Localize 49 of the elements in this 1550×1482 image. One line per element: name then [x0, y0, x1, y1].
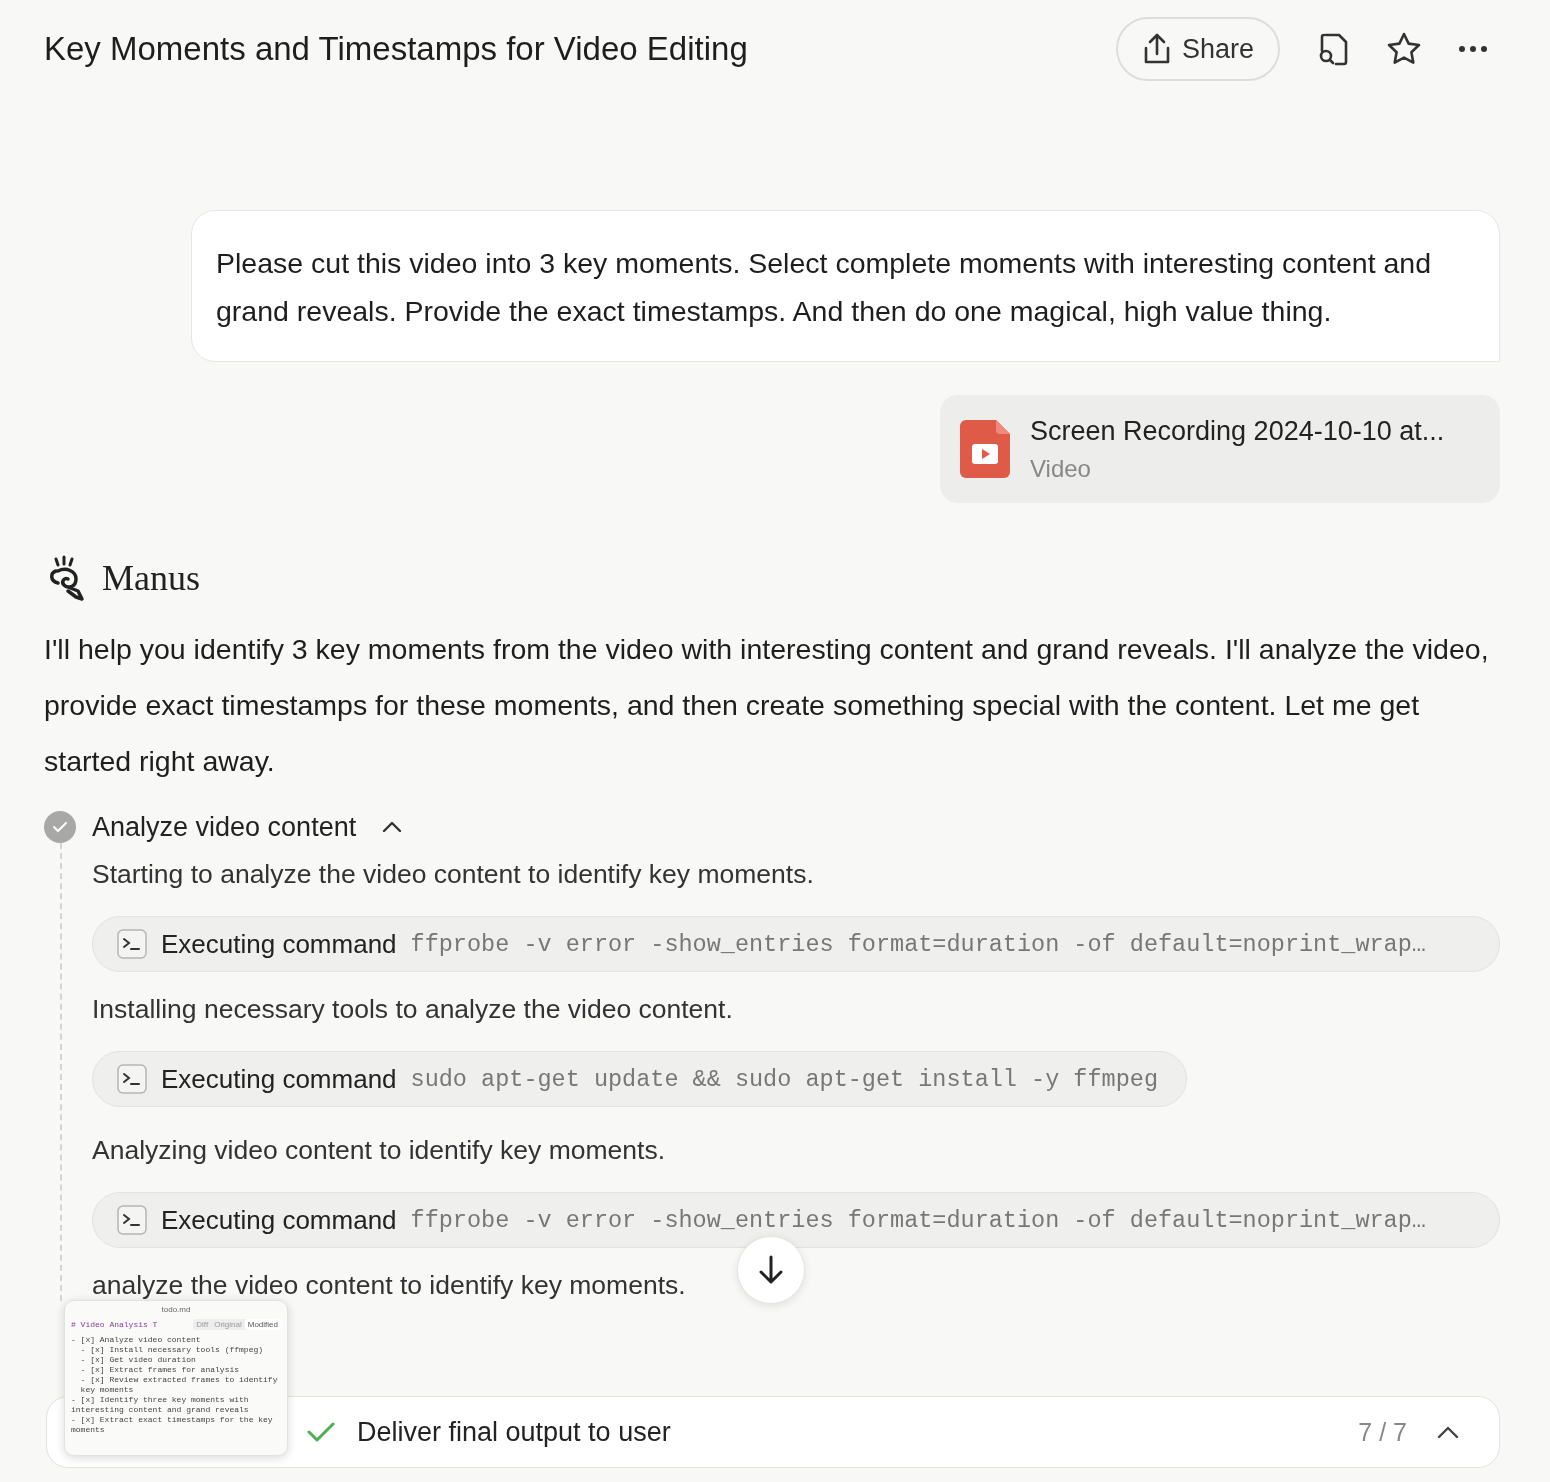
preview-heading: # Video Analysis T [71, 1320, 158, 1329]
preview-line: - [x] Get video duration [79, 1355, 197, 1365]
step-text: analyze the video content to identify key moments. [92, 1270, 687, 1301]
preview-line: - [x] Analyze video content [71, 1335, 202, 1345]
preview-line: - [x] Extract frames for analysis [79, 1365, 241, 1375]
agent-name: Manus [102, 557, 200, 599]
command-pill[interactable]: Executing command sudo apt-get update && sudo apt-get install -y ffmpeg [92, 1051, 1187, 1107]
command-pill[interactable]: Executing command ffprobe -v error -show_entries format=duration -of default=noprint_wrap… [92, 1192, 1500, 1248]
page-title: Key Moments and Timestamps for Video Editing [44, 30, 748, 68]
caret-icon[interactable] [382, 821, 403, 833]
terminal-icon [117, 929, 147, 959]
assistant-message: I'll help you identify 3 key moments from the video with interesting content and grand reveals. I'll analyze the video, provide exact timestamps for these moments, and then create something special with the content. Let me get started right away. [44, 632, 1490, 779]
file-preview-card[interactable] [64, 1300, 288, 1456]
preview-line: key moments [79, 1385, 135, 1395]
preview-line: interesting content and grand reveals [71, 1405, 250, 1415]
attachment-card[interactable]: Screen Recording 2024-10-10 at... Video [940, 395, 1500, 503]
step-count: 7 / 7 [1358, 1417, 1407, 1447]
more-icon[interactable] [1458, 45, 1488, 53]
video-file-icon [960, 420, 1010, 478]
preview-line: moments [71, 1425, 106, 1435]
hand-logo-icon [48, 555, 86, 601]
preview-line: - [x] Install necessary tools (ffmpeg) [79, 1345, 265, 1355]
terminal-icon [117, 1205, 147, 1235]
preview-filename: todo.md [160, 1305, 192, 1314]
user-message: Please cut this video into 3 key moments. Select complete moments with interesting content and grand reveals. Provide the exact timestamps. And then do one magical, high value thing. [191, 210, 1500, 362]
preview-line: - [x] Extract exact timestamps for the key [71, 1415, 274, 1425]
star-icon[interactable] [1386, 31, 1422, 67]
arrow-down-icon [757, 1255, 785, 1285]
command-pill[interactable]: Executing command ffprobe -v error -show_entries format=duration -of default=noprint_wrap… [92, 916, 1500, 972]
preview-line: - [x] Identify three key moments with [71, 1395, 250, 1405]
preview-line: - [x] Review extracted frames to identify [79, 1375, 279, 1385]
preview-tab[interactable]: Modified [244, 1319, 281, 1330]
command-text: ffprobe -v error -show_entries format=duration -of default=noprint_wrap… [410, 1206, 1426, 1234]
share-button[interactable]: Share [1115, 17, 1280, 81]
step-text: Starting to analyze the video content to identify key moments. [92, 859, 815, 890]
command-label: Executing command [161, 928, 397, 960]
command-label: Executing command [161, 1063, 397, 1095]
terminal-icon [117, 1064, 147, 1094]
command-text: sudo apt-get update && sudo apt-get install -y ffmpeg [410, 1065, 1158, 1093]
command-label: Executing command [161, 1204, 397, 1236]
current-step: Deliver final output to user [357, 1416, 1337, 1448]
step-text: Analyzing video content to identify key moments. [92, 1135, 666, 1166]
attachment-type: Video [1030, 454, 1092, 483]
caret-icon[interactable] [1437, 1425, 1459, 1439]
attachment-name: Screen Recording 2024-10-10 at... [1030, 415, 1445, 447]
command-text: ffprobe -v error -show_entries format=duration -of default=noprint_wrap… [410, 930, 1426, 958]
scroll-down-button[interactable] [737, 1236, 805, 1304]
task-title[interactable]: Analyze video content [92, 811, 357, 843]
step-text: Installing necessary tools to analyze the video content. [92, 994, 734, 1025]
